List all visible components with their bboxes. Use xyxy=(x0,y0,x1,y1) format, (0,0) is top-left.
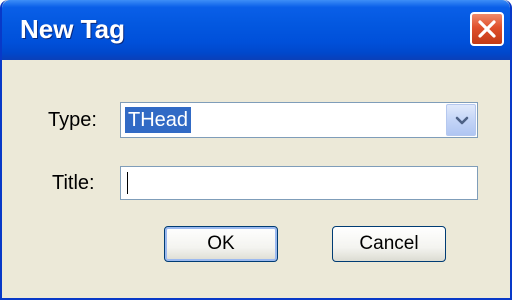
type-select-value: THead xyxy=(125,107,192,133)
cancel-button[interactable]: Cancel xyxy=(332,226,446,262)
chevron-down-icon xyxy=(455,116,469,125)
dialog-body: Type: THead Title: OK Cancel xyxy=(2,60,510,298)
close-button[interactable] xyxy=(470,12,504,46)
ok-button[interactable]: OK xyxy=(164,226,278,262)
close-icon xyxy=(478,20,496,38)
text-caret xyxy=(127,172,128,194)
type-select[interactable]: THead xyxy=(120,102,478,138)
dialog-title: New Tag xyxy=(20,14,125,44)
title-input[interactable] xyxy=(120,166,478,200)
new-tag-dialog: New Tag Type: THead Title: OK Cancel xyxy=(0,0,512,300)
title-bar[interactable]: New Tag xyxy=(2,0,510,60)
type-label: Type: xyxy=(48,109,97,131)
type-dropdown-button[interactable] xyxy=(446,104,476,136)
title-label: Title: xyxy=(52,172,95,194)
